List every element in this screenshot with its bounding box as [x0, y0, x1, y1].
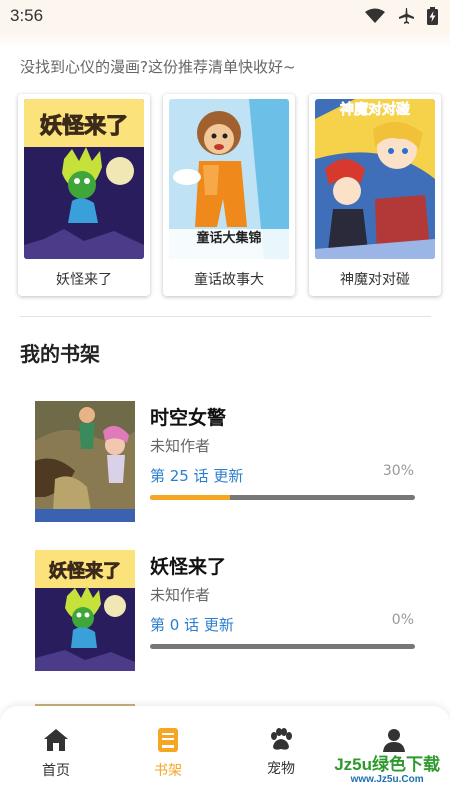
status-bar: 3:56: [0, 0, 450, 32]
reading-progress-bar: [150, 644, 415, 649]
paw-icon: [268, 728, 294, 756]
airplane-mode-icon: [397, 7, 415, 25]
watermark-url: www.Jz5u.Com: [350, 774, 424, 785]
bottom-navigation: 首页 书架 宠物: [0, 706, 450, 800]
recommend-card-label: 童话故事大: [194, 272, 264, 288]
recommend-title: 没找到心仪的漫画?这份推荐清单快收好~: [20, 58, 296, 76]
recommend-card[interactable]: 妖怪来了 妖怪来了: [18, 94, 150, 296]
watermark: Jz5u绿色下载 www.Jz5u.Com: [334, 756, 440, 785]
comic-cover: 妖怪来了: [35, 550, 135, 671]
nav-label: 宠物: [267, 761, 295, 777]
bookshelf-item-update[interactable]: 第 0 话 更新: [150, 614, 234, 635]
cover-title-text: 童话大集锦: [196, 230, 261, 246]
recommend-card[interactable]: 童话大集锦 童话故事大: [163, 94, 295, 296]
profile-icon: [382, 728, 406, 756]
comic-cover: 童话大集锦: [169, 99, 289, 259]
bookshelf-icon: [158, 728, 178, 756]
bookshelf-item[interactable]: 妖怪来了 妖怪来了 未知作者 第 0 话 更新 0%: [0, 550, 450, 675]
nav-item-profile[interactable]: [338, 706, 450, 800]
recommend-card-label: 妖怪来了: [56, 272, 112, 288]
comic-cover: 妖怪来了: [24, 99, 144, 259]
bookshelf-item-update[interactable]: 第 25 话 更新: [150, 465, 243, 486]
nav-label: 书架: [154, 763, 182, 779]
nav-item-home[interactable]: 首页: [0, 706, 112, 800]
home-icon: [43, 728, 69, 756]
cover-title-text: 妖怪来了: [40, 113, 128, 139]
reading-progress-percent: 30%: [382, 463, 414, 479]
bookshelf-title: 我的书架: [20, 342, 100, 366]
recommend-card-label: 神魔对对碰: [340, 272, 410, 288]
bookshelf-item[interactable]: 时空女警 未知作者 第 25 话 更新 30%: [0, 401, 450, 526]
cover-title-text: 神魔对对碰: [340, 101, 410, 118]
bookshelf-item-author: 未知作者: [150, 437, 211, 455]
nav-item-bookshelf[interactable]: 书架: [112, 706, 224, 800]
reading-progress-bar: [150, 495, 415, 500]
reading-progress-percent: 0%: [391, 612, 414, 628]
nav-item-pet[interactable]: 宠物: [225, 706, 337, 800]
wifi-icon: [365, 8, 385, 24]
reading-progress-fill: [150, 495, 230, 500]
bookshelf-item-author: 未知作者: [150, 586, 211, 604]
comic-cover: [35, 401, 135, 522]
status-time: 3:56: [10, 6, 44, 25]
cover-title-text: 妖怪来了: [49, 560, 121, 582]
header-shade: [0, 32, 450, 48]
status-icons: [365, 7, 438, 25]
recommend-card[interactable]: 神魔对对碰 神魔对对碰: [309, 94, 441, 296]
nav-label: 首页: [42, 763, 70, 779]
section-divider: [20, 316, 431, 317]
battery-charging-icon: [427, 7, 438, 25]
bookshelf-item-title: 妖怪来了: [150, 556, 227, 578]
watermark-text: Jz5u绿色下载: [334, 755, 440, 774]
comic-cover: 神魔对对碰: [315, 99, 435, 259]
bookshelf-item-title: 时空女警: [150, 407, 227, 429]
